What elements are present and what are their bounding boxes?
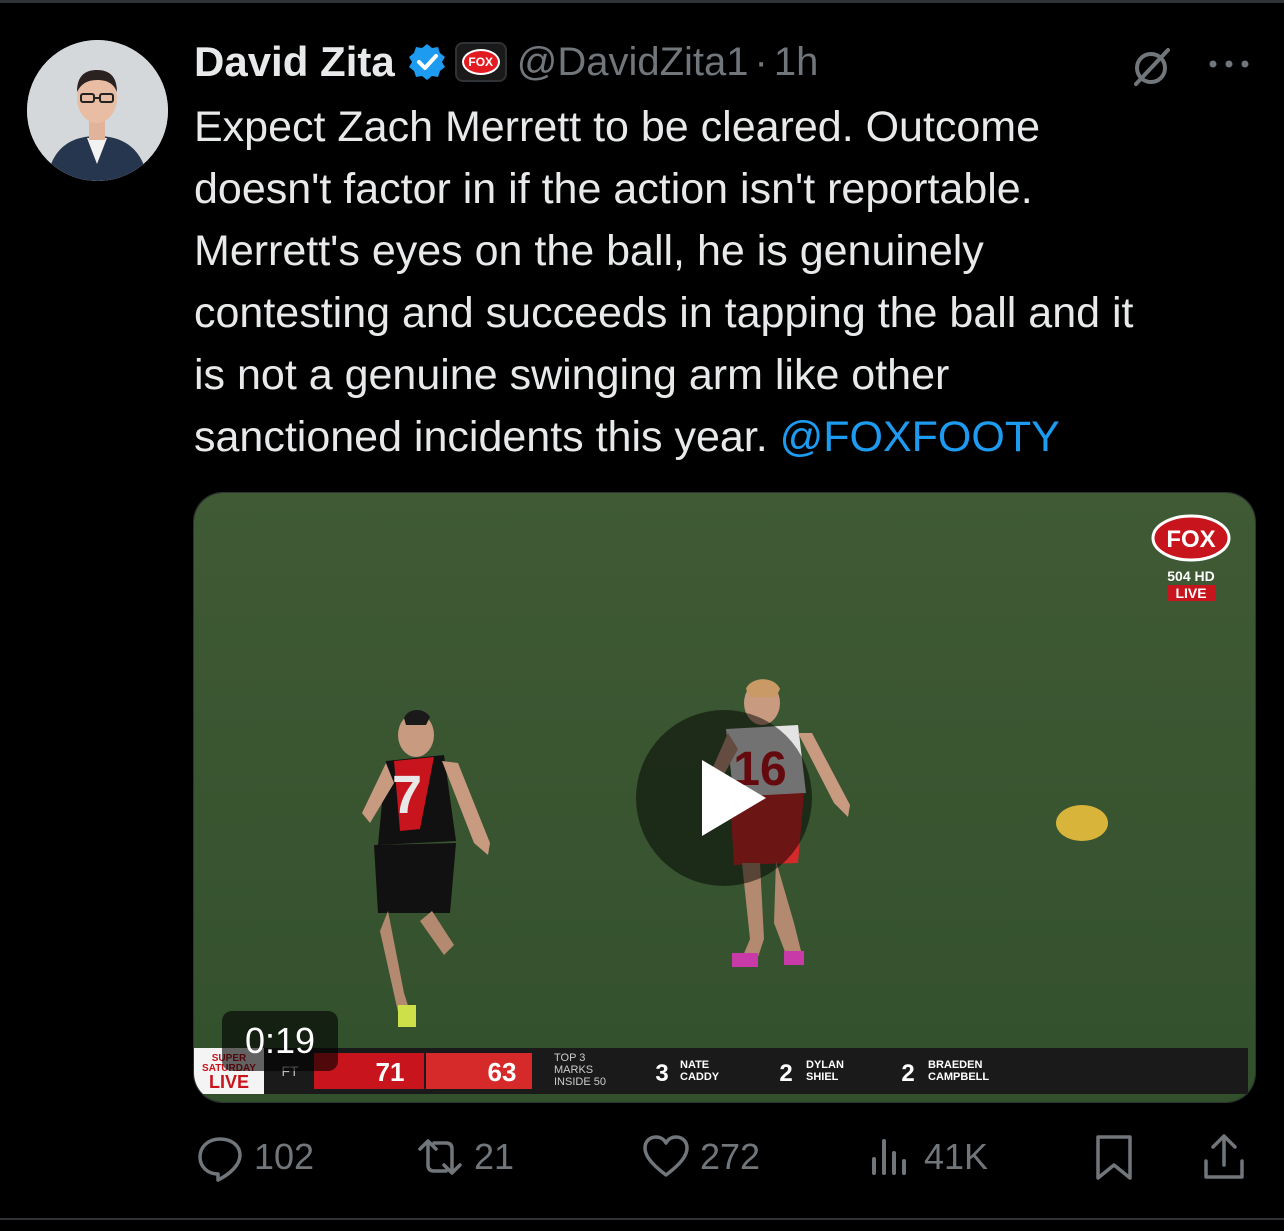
football: [1056, 805, 1108, 841]
leader-2-first: DYLAN: [806, 1059, 844, 1071]
retweet-icon: [418, 1139, 462, 1175]
separator-dot: ·: [754, 39, 768, 84]
like-button[interactable]: 272: [640, 1122, 760, 1192]
tweet-header: David Zita FOX @DavidZita1 · 1h: [194, 36, 818, 88]
away-score: 63: [488, 1057, 517, 1087]
avatar[interactable]: [27, 40, 168, 181]
channel-number: 504 HD: [1167, 568, 1214, 584]
reply-icon: [198, 1137, 242, 1182]
share-icon: [1204, 1134, 1244, 1179]
reply-count: 102: [254, 1136, 315, 1177]
bookmark-icon: [1096, 1135, 1132, 1180]
stat-title-line-1: TOP 3: [554, 1052, 585, 1064]
action-bar: 102 21 272 41K: [0, 1122, 1284, 1192]
jersey-number-7: 7: [392, 765, 422, 825]
retweet-count: 21: [474, 1136, 515, 1177]
grok-icon[interactable]: [1128, 44, 1174, 90]
play-button[interactable]: [636, 710, 812, 886]
views-count: 41K: [924, 1136, 989, 1177]
heart-icon: [643, 1135, 689, 1177]
play-icon: [702, 760, 766, 836]
reply-button[interactable]: 102: [194, 1122, 314, 1192]
bottom-divider: [0, 1218, 1284, 1220]
bookmark-button[interactable]: [1088, 1122, 1148, 1192]
channel-logo-text: FOX: [1166, 526, 1215, 553]
leader-1-count: 3: [655, 1060, 668, 1087]
leader-2-last: SHIEL: [806, 1071, 839, 1083]
leader-1-first: NATE: [680, 1059, 709, 1071]
leader-2-count: 2: [779, 1060, 792, 1087]
home-score: 71: [376, 1057, 405, 1087]
timestamp[interactable]: 1h: [774, 40, 819, 85]
tweet-body: Expect Zach Merrett to be cleared. Outco…: [194, 103, 1134, 461]
like-count: 272: [700, 1136, 761, 1177]
tweet-text: Expect Zach Merrett to be cleared. Outco…: [194, 96, 1269, 468]
mention-link[interactable]: @FOXFOOTY: [780, 413, 1060, 461]
more-options-icon[interactable]: [1204, 52, 1254, 76]
leader-1-last: CADDY: [680, 1071, 720, 1083]
channel-live-label: LIVE: [1175, 585, 1206, 601]
stat-title-line-2: MARKS: [554, 1064, 593, 1076]
share-button[interactable]: [1198, 1122, 1258, 1192]
verified-badge-icon[interactable]: [407, 42, 447, 82]
views-button[interactable]: 41K: [864, 1122, 988, 1192]
fox-logo-icon: FOX: [461, 49, 500, 75]
stat-title-line-3: INSIDE 50: [554, 1076, 606, 1088]
author-handle[interactable]: @DavidZita1: [517, 40, 749, 85]
views-icon: [872, 1139, 906, 1175]
video-duration: 0:19: [222, 1011, 338, 1071]
top-divider: [0, 0, 1284, 3]
author-name[interactable]: David Zita: [194, 38, 395, 86]
program-line-3: LIVE: [209, 1072, 249, 1092]
retweet-button[interactable]: 21: [414, 1122, 514, 1192]
leader-3-first: BRAEDEN: [928, 1059, 982, 1071]
leader-3-count: 2: [901, 1060, 914, 1087]
score-bug: SUPER SATURDAY LIVE FT 71 63 TOP 3 MARKS…: [194, 1048, 1248, 1094]
leader-3-last: CAMPBELL: [928, 1071, 989, 1083]
affiliate-badge[interactable]: FOX: [454, 42, 507, 82]
